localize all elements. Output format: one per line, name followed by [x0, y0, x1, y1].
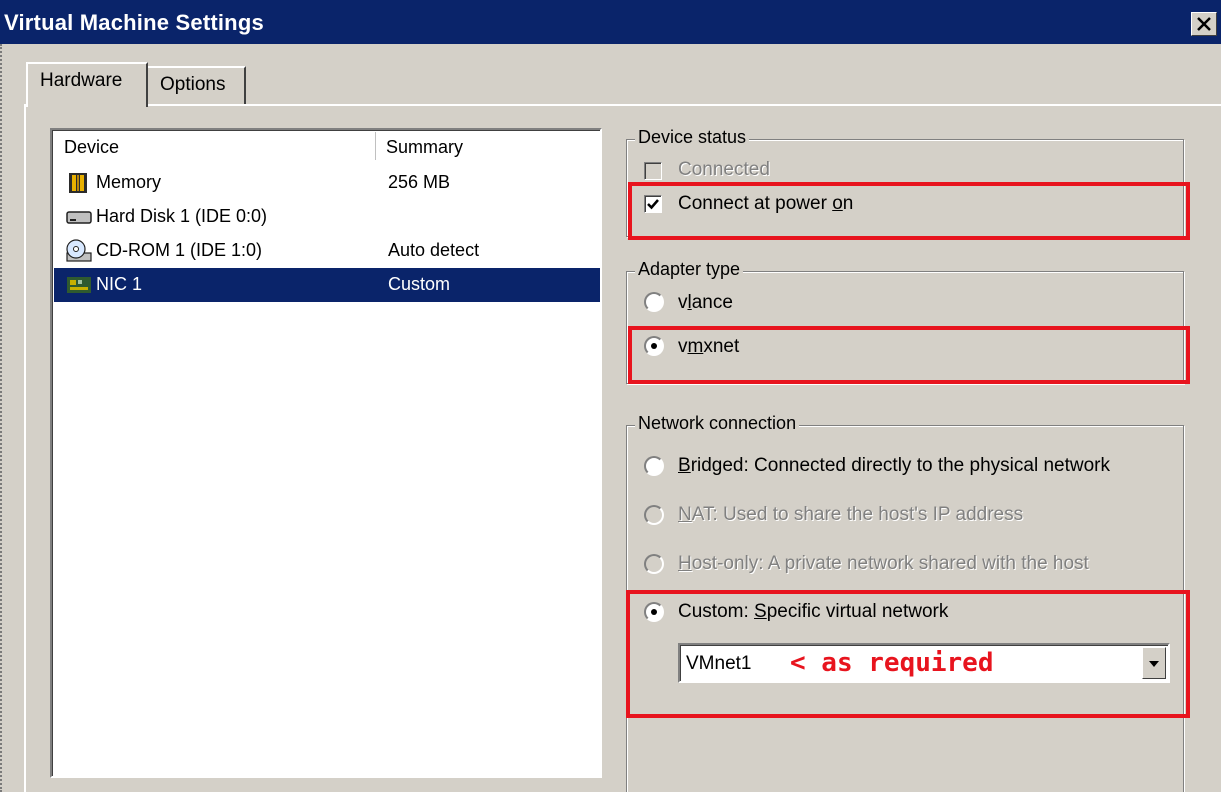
tab-options[interactable]: Options [148, 66, 246, 104]
adapter-type-group: Adapter type [626, 259, 1184, 384]
device-summary: Auto detect [388, 240, 480, 260]
nat-radio[interactable] [644, 505, 664, 525]
hard-disk-icon [66, 205, 92, 229]
device-status-title: Device status [635, 127, 750, 148]
device-list[interactable]: Device Summary Memory 256 MB Hard Disk 1… [50, 128, 602, 778]
vmxnet-label[interactable]: vmxnet [678, 336, 739, 358]
connect-at-power-on-checkbox[interactable] [644, 195, 662, 213]
virtual-network-select[interactable]: VMnet1 < as required [678, 643, 1170, 683]
device-summary: 256 MB [388, 172, 451, 192]
list-header: Device Summary [54, 132, 600, 162]
host-only-radio[interactable] [644, 554, 664, 574]
device-status-group: Device status [626, 127, 1184, 237]
bridged-label[interactable]: Bridged: Connected directly to the physi… [678, 455, 1110, 477]
device-name: CD-ROM 1 (IDE 1:0) [96, 240, 263, 260]
close-icon [1197, 17, 1211, 31]
tab-hardware[interactable]: Hardware [26, 62, 148, 107]
adapter-type-title: Adapter type [635, 259, 744, 280]
device-row-hard-disk[interactable]: Hard Disk 1 (IDE 0:0) [54, 200, 600, 234]
network-connection-title: Network connection [635, 413, 800, 434]
device-name: Memory [96, 172, 162, 192]
column-header-device[interactable]: Device [54, 132, 376, 160]
device-row-memory[interactable]: Memory 256 MB [54, 166, 600, 200]
title-bar: Virtual Machine Settings [0, 0, 1221, 44]
connected-checkbox[interactable] [644, 162, 662, 180]
vlance-radio[interactable] [644, 292, 664, 312]
vmxnet-radio[interactable] [644, 336, 664, 356]
cdrom-icon [66, 239, 92, 263]
radio-dot [651, 609, 657, 615]
device-row-nic[interactable]: NIC 1 Custom [54, 268, 600, 302]
connected-label: Connected [678, 159, 770, 180]
close-button[interactable] [1191, 12, 1217, 36]
vlance-label[interactable]: vlance [678, 292, 733, 314]
radio-dot [651, 343, 657, 349]
device-name: Hard Disk 1 (IDE 0:0) [96, 206, 268, 226]
dropdown-button[interactable] [1142, 647, 1166, 679]
column-header-summary[interactable]: Summary [376, 132, 600, 160]
device-row-cdrom[interactable]: CD-ROM 1 (IDE 1:0) Auto detect [54, 234, 600, 268]
dropdown-arrow-icon [1149, 661, 1159, 667]
connect-at-power-on-label[interactable]: Connect at power on [678, 193, 853, 215]
device-summary: Custom [388, 274, 451, 294]
annotation-as-required: < as required [790, 648, 994, 678]
device-name: NIC 1 [96, 274, 143, 294]
selected-network-value: VMnet1 [686, 653, 752, 674]
host-only-label[interactable]: Host-only: A private network shared with… [678, 553, 1089, 575]
window-edge [0, 44, 2, 792]
custom-radio[interactable] [644, 602, 664, 622]
window-title: Virtual Machine Settings [4, 10, 264, 35]
nat-label[interactable]: NAT: Used to share the host's IP address [678, 504, 1023, 526]
checkmark-icon [647, 199, 659, 210]
custom-label[interactable]: Custom: Specific virtual network [678, 601, 948, 623]
network-card-icon [66, 273, 92, 297]
memory-icon [66, 171, 92, 195]
bridged-radio[interactable] [644, 456, 664, 476]
